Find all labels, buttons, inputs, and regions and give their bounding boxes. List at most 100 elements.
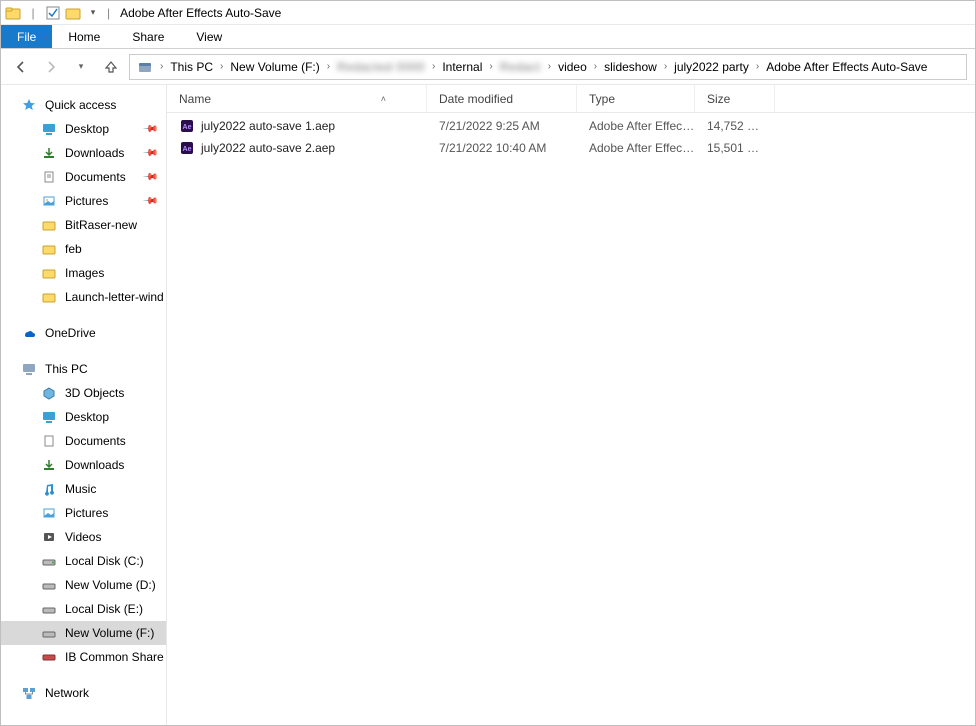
forward-button[interactable] [39, 55, 63, 79]
chevron-right-icon[interactable]: › [592, 61, 599, 72]
sidebar-item-label: Documents [65, 434, 126, 448]
column-label: Name [179, 92, 211, 106]
sidebar-feb[interactable]: feb [1, 237, 166, 261]
tab-home[interactable]: Home [52, 25, 116, 48]
file-row[interactable]: Aejuly2022 auto-save 2.aep7/21/2022 10:4… [167, 137, 975, 159]
sidebar-pictures[interactable]: Pictures 📌 [1, 189, 166, 213]
sidebar-item-label: BitRaser-new [65, 218, 137, 232]
breadcrumb-root-icon[interactable] [134, 55, 156, 79]
up-button[interactable] [99, 55, 123, 79]
sidebar-desktop2[interactable]: Desktop [1, 405, 166, 429]
file-rows: Aejuly2022 auto-save 1.aep7/21/2022 9:25… [167, 113, 975, 159]
sidebar-item-label: Videos [65, 530, 101, 544]
sidebar-local-disk-e[interactable]: Local Disk (E:) [1, 597, 166, 621]
sidebar-bitraser[interactable]: BitRaser-new [1, 213, 166, 237]
drive-icon [41, 625, 57, 641]
sidebar-images[interactable]: Images [1, 261, 166, 285]
sidebar-new-volume-d[interactable]: New Volume (D:) [1, 573, 166, 597]
sidebar-videos[interactable]: Videos [1, 525, 166, 549]
breadcrumb-video[interactable]: video [555, 55, 590, 79]
column-headers: Name ˄ Date modified Type Size [167, 85, 975, 113]
pin-icon: 📌 [141, 193, 158, 210]
breadcrumb-redacted-1[interactable]: Redacted 0000 [334, 55, 428, 79]
qat-separator: | [25, 5, 41, 21]
sidebar-ib-common-share[interactable]: IB Common Share ( [1, 645, 166, 669]
breadcrumb-slideshow[interactable]: slideshow [601, 55, 660, 79]
pin-icon: 📌 [141, 169, 158, 186]
chevron-right-icon[interactable]: › [158, 61, 165, 72]
sidebar-3dobjects[interactable]: 3D Objects [1, 381, 166, 405]
sidebar-desktop[interactable]: Desktop 📌 [1, 117, 166, 141]
sidebar-thispc[interactable]: This PC [1, 357, 166, 381]
chevron-right-icon[interactable]: › [487, 61, 494, 72]
pictures-icon [41, 193, 57, 209]
sidebar-music[interactable]: Music [1, 477, 166, 501]
sidebar-downloads2[interactable]: Downloads [1, 453, 166, 477]
chevron-right-icon[interactable]: › [662, 61, 669, 72]
tab-view[interactable]: View [180, 25, 238, 48]
sidebar-downloads[interactable]: Downloads 📌 [1, 141, 166, 165]
thispc-icon [21, 361, 37, 377]
chevron-right-icon[interactable]: › [218, 61, 225, 72]
breadcrumb-internal[interactable]: Internal [439, 55, 485, 79]
column-type[interactable]: Type [577, 85, 695, 112]
sidebar-network[interactable]: Network [1, 681, 166, 705]
sidebar-item-label: IB Common Share ( [65, 650, 166, 664]
column-date[interactable]: Date modified [427, 85, 577, 112]
folder-icon [41, 289, 57, 305]
chevron-right-icon[interactable]: › [430, 61, 437, 72]
network-drive-icon [41, 649, 57, 665]
sidebar-new-volume-f[interactable]: New Volume (F:) [1, 621, 166, 645]
sidebar-item-label: OneDrive [45, 326, 96, 340]
objects3d-icon [41, 385, 57, 401]
sidebar-pictures2[interactable]: Pictures [1, 501, 166, 525]
chevron-right-icon[interactable]: › [754, 61, 761, 72]
file-name: july2022 auto-save 1.aep [201, 119, 335, 133]
sidebar-launch[interactable]: Launch-letter-wind [1, 285, 166, 309]
file-name-cell: Aejuly2022 auto-save 1.aep [167, 118, 427, 134]
breadcrumb-party[interactable]: july2022 party [671, 55, 752, 79]
file-list-pane: Name ˄ Date modified Type Size Aejuly202… [167, 85, 975, 725]
column-name[interactable]: Name ˄ [167, 85, 427, 112]
desktop-icon [41, 121, 57, 137]
sidebar-quick-access[interactable]: Quick access [1, 93, 166, 117]
folder-small-icon [65, 5, 81, 21]
folder-icon [41, 265, 57, 281]
sidebar-onedrive[interactable]: OneDrive [1, 321, 166, 345]
sidebar-item-label: New Volume (D:) [65, 578, 156, 592]
tab-file[interactable]: File [1, 25, 52, 48]
breadcrumb-redacted-2[interactable]: Redact [497, 55, 544, 79]
sidebar-documents[interactable]: Documents 📌 [1, 165, 166, 189]
chevron-right-icon[interactable]: › [325, 61, 332, 72]
column-size[interactable]: Size [695, 85, 775, 112]
documents-icon [41, 433, 57, 449]
sidebar-item-label: This PC [45, 362, 88, 376]
sidebar-local-disk-c[interactable]: Local Disk (C:) [1, 549, 166, 573]
address-bar[interactable]: › This PC › New Volume (F:) › Redacted 0… [129, 54, 967, 80]
sidebar-item-label: Desktop [65, 410, 109, 424]
recent-locations-button[interactable]: ▾ [69, 55, 93, 79]
drive-icon [41, 577, 57, 593]
title-bar: | ▾ | Adobe After Effects Auto-Save [1, 1, 975, 25]
sidebar-item-label: New Volume (F:) [65, 626, 154, 640]
properties-icon[interactable] [45, 5, 61, 21]
drive-icon [41, 601, 57, 617]
sidebar-documents2[interactable]: Documents [1, 429, 166, 453]
back-button[interactable] [9, 55, 33, 79]
chevron-right-icon[interactable]: › [546, 61, 553, 72]
qat-dropdown-icon[interactable]: ▾ [85, 5, 101, 21]
pictures-icon [41, 505, 57, 521]
breadcrumb-current[interactable]: Adobe After Effects Auto-Save [763, 55, 930, 79]
documents-icon [41, 169, 57, 185]
downloads-icon [41, 457, 57, 473]
tab-share[interactable]: Share [116, 25, 180, 48]
sidebar-item-label: Images [65, 266, 104, 280]
sidebar-item-label: Quick access [45, 98, 116, 112]
sort-asc-icon: ˄ [381, 94, 386, 104]
breadcrumb-drive[interactable]: New Volume (F:) [227, 55, 322, 79]
breadcrumb-thispc[interactable]: This PC [167, 55, 216, 79]
file-row[interactable]: Aejuly2022 auto-save 1.aep7/21/2022 9:25… [167, 115, 975, 137]
sidebar-item-label: Network [45, 686, 89, 700]
file-name: july2022 auto-save 2.aep [201, 141, 335, 155]
file-name-cell: Aejuly2022 auto-save 2.aep [167, 140, 427, 156]
